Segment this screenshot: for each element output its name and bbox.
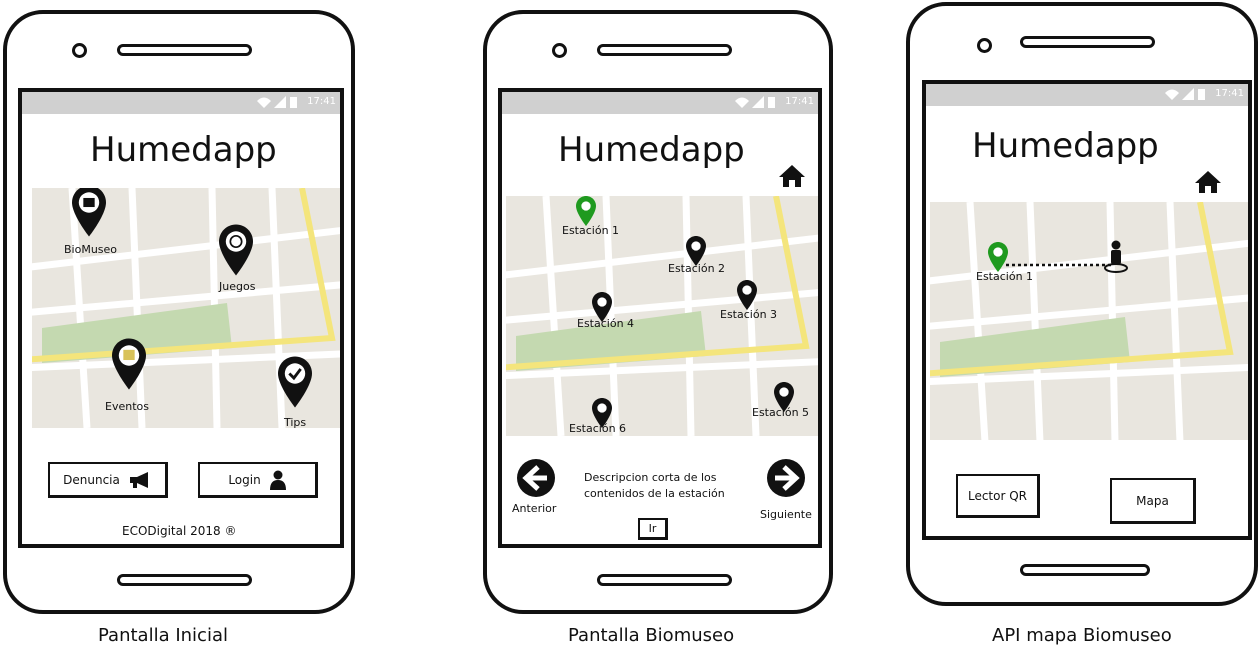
marker-tips[interactable] bbox=[278, 356, 312, 412]
go-label: Ir bbox=[648, 522, 657, 535]
qr-reader-button[interactable]: Lector QR bbox=[956, 474, 1040, 518]
caption-3: API mapa Biomuseo bbox=[992, 625, 1172, 646]
status-time: 17:41 bbox=[785, 96, 814, 107]
battery-icon bbox=[768, 97, 775, 108]
station-label: Estación 1 bbox=[976, 270, 1034, 283]
status-bar: 17:41 bbox=[502, 92, 818, 114]
caption-1: Pantalla Inicial bbox=[98, 625, 228, 646]
station-description-2: contenidos de la estación bbox=[584, 487, 725, 500]
screen-biomuseo: 17:41 Humedapp Estación 1 Estación 2 Est… bbox=[498, 88, 822, 548]
marker-biomuseo[interactable] bbox=[72, 188, 106, 241]
station-label: Estación 5 bbox=[752, 406, 810, 419]
signal-icon bbox=[752, 96, 764, 108]
speaker bbox=[1020, 36, 1155, 48]
wifi-icon bbox=[735, 97, 749, 108]
battery-icon bbox=[1198, 89, 1205, 100]
station-label: Estación 3 bbox=[720, 308, 778, 321]
denuncia-label: Denuncia bbox=[63, 472, 120, 487]
user-icon bbox=[269, 470, 286, 490]
camera-icon bbox=[72, 43, 87, 58]
calendar-icon bbox=[112, 338, 146, 390]
wifi-icon bbox=[257, 97, 271, 108]
map-button[interactable]: Mapa bbox=[1110, 478, 1196, 524]
arrow-left-icon[interactable] bbox=[516, 458, 556, 498]
marker-label: Juegos bbox=[219, 280, 256, 293]
login-button[interactable]: Login bbox=[198, 462, 318, 498]
arrow-right-icon[interactable] bbox=[766, 458, 806, 498]
home-button[interactable] bbox=[597, 574, 732, 586]
screen-initial: 17:41 Humedapp BioMuseo Juegos Eventos T… bbox=[18, 88, 344, 548]
signal-icon bbox=[1182, 88, 1194, 100]
map-view[interactable]: BioMuseo Juegos Eventos Tips bbox=[32, 188, 344, 428]
home-button[interactable] bbox=[1020, 564, 1150, 576]
camera-icon bbox=[552, 43, 567, 58]
map-pin-icon bbox=[737, 280, 757, 310]
prev-label[interactable]: Anterior bbox=[512, 502, 556, 515]
phone-frame-1: 17:41 Humedapp BioMuseo Juegos Eventos T… bbox=[3, 10, 355, 614]
marker-label: Tips bbox=[284, 416, 307, 428]
app-title: Humedapp bbox=[90, 130, 277, 170]
speaker bbox=[597, 44, 732, 56]
map-pin-green-icon bbox=[576, 196, 596, 226]
megaphone-icon bbox=[129, 471, 148, 488]
map-label: Mapa bbox=[1136, 493, 1169, 508]
map-pin-green-icon bbox=[988, 242, 1008, 272]
signal-icon bbox=[274, 96, 286, 108]
station-description-1: Descripcion corta de los bbox=[584, 471, 717, 484]
station-label: Estación 4 bbox=[577, 317, 635, 330]
speaker bbox=[117, 44, 252, 56]
home-button[interactable] bbox=[117, 574, 252, 586]
marker-label: BioMuseo bbox=[64, 243, 118, 256]
app-title: Humedapp bbox=[972, 126, 1159, 166]
home-icon[interactable] bbox=[778, 164, 806, 188]
station-label: Estación 2 bbox=[668, 262, 726, 275]
basketball-icon bbox=[219, 224, 253, 276]
phone-frame-3: 17:41 Humedapp Estación 1 Lector QR Mapa bbox=[906, 2, 1258, 606]
marker-label: Eventos bbox=[105, 400, 149, 413]
caption-2: Pantalla Biomuseo bbox=[568, 625, 735, 646]
phone-frame-2: 17:41 Humedapp Estación 1 Estación 2 Est… bbox=[483, 10, 833, 614]
go-button[interactable]: Ir bbox=[638, 518, 668, 540]
station-label: Estación 1 bbox=[562, 224, 620, 237]
home-icon[interactable] bbox=[1194, 170, 1222, 194]
check-icon bbox=[278, 356, 312, 408]
camera-icon bbox=[977, 38, 992, 53]
map-pin-icon bbox=[72, 188, 106, 237]
next-label[interactable]: Siguiente bbox=[760, 508, 812, 521]
marker-eventos[interactable] bbox=[112, 338, 146, 394]
footer-text: ECODigital 2018 ® bbox=[122, 524, 237, 538]
station-label: Estación 6 bbox=[569, 422, 627, 435]
status-time: 17:41 bbox=[1215, 88, 1244, 99]
route-line bbox=[1006, 263, 1114, 267]
battery-icon bbox=[290, 97, 297, 108]
app-title: Humedapp bbox=[558, 130, 745, 170]
wifi-icon bbox=[1165, 89, 1179, 100]
map-view[interactable] bbox=[930, 202, 1252, 440]
status-time: 17:41 bbox=[307, 96, 336, 107]
marker-juegos[interactable] bbox=[219, 224, 253, 280]
status-bar: 17:41 bbox=[22, 92, 340, 114]
status-bar: 17:41 bbox=[926, 84, 1248, 106]
qr-reader-label: Lector QR bbox=[967, 488, 1028, 503]
screen-api-map: 17:41 Humedapp Estación 1 Lector QR Mapa bbox=[922, 80, 1252, 540]
person-location-icon bbox=[1104, 240, 1128, 273]
login-label: Login bbox=[228, 472, 261, 487]
denuncia-button[interactable]: Denuncia bbox=[48, 462, 168, 498]
